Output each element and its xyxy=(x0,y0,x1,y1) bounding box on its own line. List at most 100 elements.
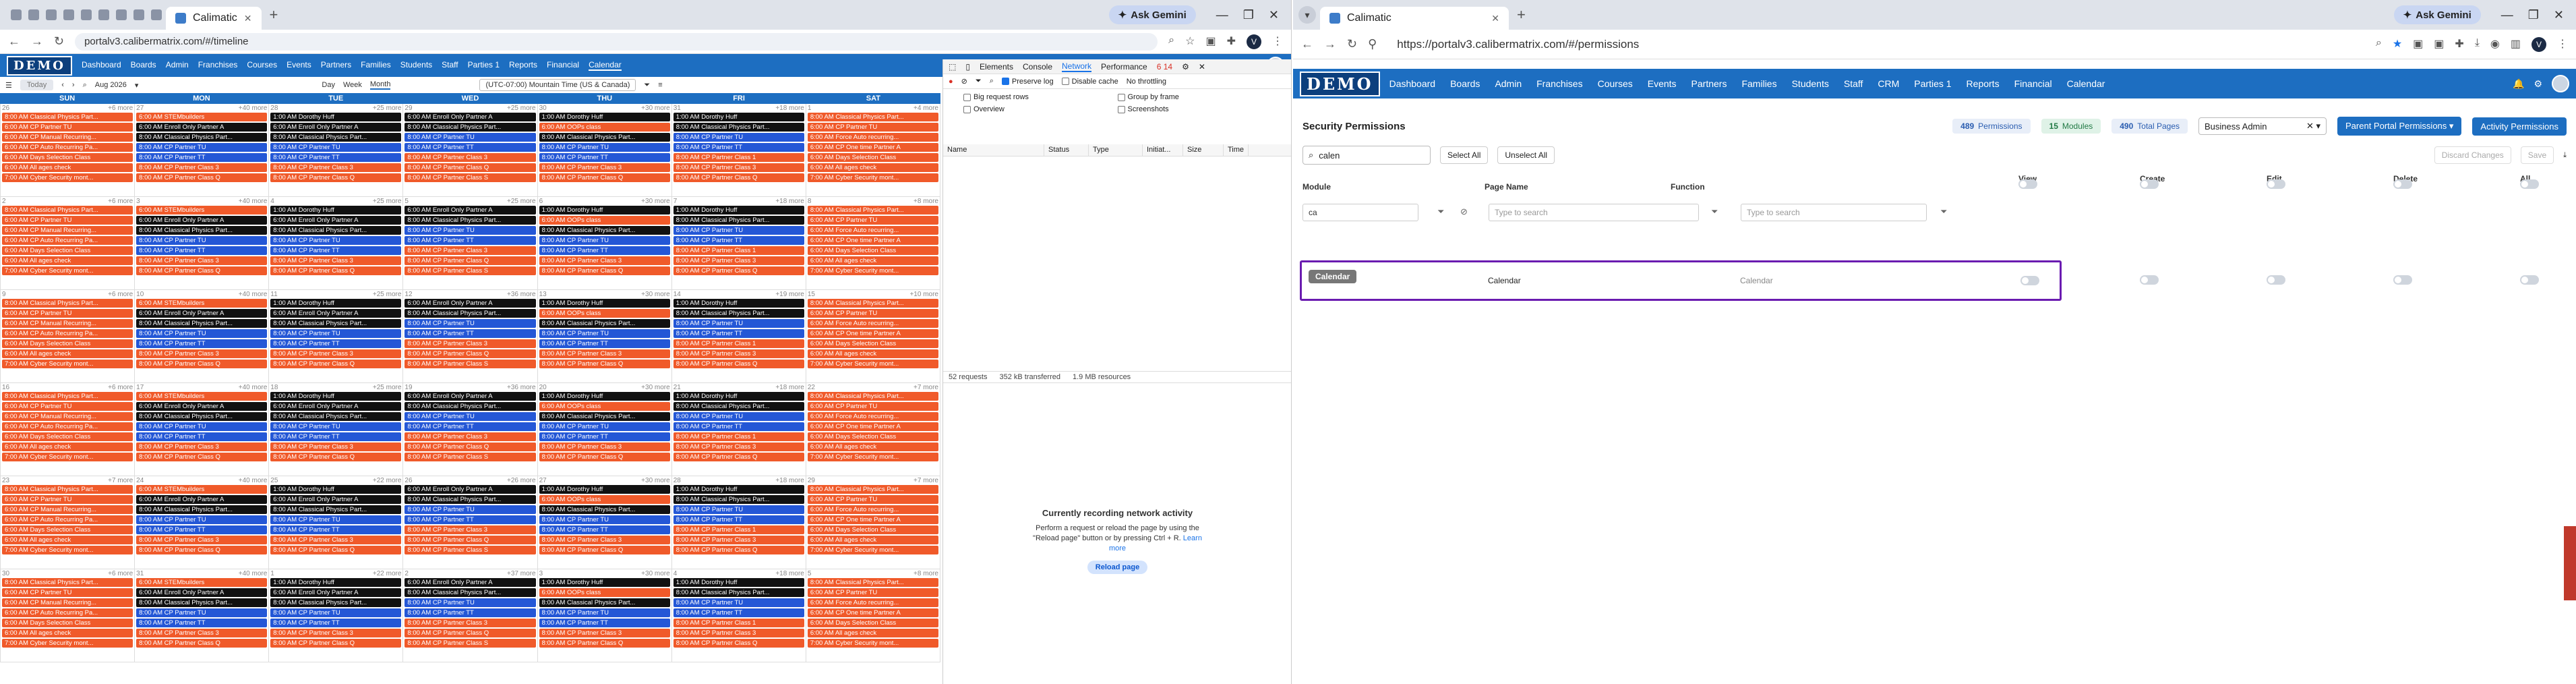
nav-item[interactable]: Courses xyxy=(1598,78,1633,89)
calendar-event[interactable]: 8:00 AM CP Partner Class Q xyxy=(405,163,536,172)
calendar-event[interactable]: 8:00 AM CP Partner Class Q xyxy=(270,266,402,275)
calendar-event[interactable]: 1:00 AM Dorothy Huff xyxy=(270,578,402,587)
calendar-event[interactable]: 6:00 AM Force Auto recurring... xyxy=(807,319,938,328)
calendar-event[interactable]: 6:00 AM CP One time Partner A xyxy=(807,515,938,524)
delete-all-toggle[interactable] xyxy=(2393,179,2412,189)
calendar-event[interactable]: 8:00 AM Classical Physics Part... xyxy=(2,485,133,494)
close-window-icon[interactable]: ✕ xyxy=(2554,8,2564,22)
calendar-event[interactable]: 8:00 AM CP Partner Class 3 xyxy=(539,629,670,637)
nav-item[interactable]: Parties 1 xyxy=(1914,78,1951,89)
more-events-link[interactable]: +40 more xyxy=(239,570,268,578)
calendar-event[interactable]: 6:00 AM CP Manual Recurring... xyxy=(2,598,133,607)
month-label[interactable]: Aug 2026 xyxy=(95,81,127,89)
window-split-icon[interactable]: ▥ xyxy=(2511,37,2521,52)
calendar-event[interactable]: 6:00 AM Enroll Only Partner A xyxy=(136,495,268,504)
calendar-event[interactable]: 6:00 AM CP Auto Recurring Pa... xyxy=(2,608,133,617)
date-number[interactable]: 24 xyxy=(136,477,144,485)
view-toggle[interactable] xyxy=(2020,276,2039,287)
calendar-event[interactable]: 7:00 AM Cyber Security mont... xyxy=(807,546,938,554)
calendar-event[interactable]: 8:00 AM CP Partner Class Q xyxy=(673,360,804,368)
date-number[interactable]: 22 xyxy=(808,384,815,392)
discard-changes-button[interactable]: Discard Changes xyxy=(2434,146,2511,164)
calendar-event[interactable]: 6:00 AM CP One time Partner A xyxy=(807,422,938,431)
calendar-event[interactable]: 8:00 AM CP Partner Class Q xyxy=(136,360,268,368)
create-toggle[interactable] xyxy=(2140,275,2159,285)
date-number[interactable]: 28 xyxy=(673,477,681,485)
day-cell[interactable]: 27 +30 more 1:00 AM Dorothy Huff 6:00 AM OO… xyxy=(537,476,672,569)
calendar-event[interactable]: 1:00 AM Dorothy Huff xyxy=(539,392,670,401)
calendar-event[interactable]: 8:00 AM CP Partner TU xyxy=(136,329,268,338)
calendar-event[interactable]: 8:00 AM Classical Physics Part... xyxy=(405,123,536,132)
more-events-link[interactable]: +7 more xyxy=(108,477,133,485)
date-number[interactable]: 1 xyxy=(270,570,274,578)
calendar-event[interactable]: 6:00 AM Enroll Only Partner A xyxy=(405,206,536,215)
day-cell[interactable]: 3 +40 more 6:00 AM STEMbuilders 6:00 AM Enr… xyxy=(135,197,270,290)
bookmark-star-icon[interactable]: ☆ xyxy=(1185,34,1195,49)
calendar-event[interactable]: 8:00 AM CP Partner TU xyxy=(539,608,670,617)
calendar-event[interactable]: 6:00 AM CP Partner TU xyxy=(807,402,938,411)
devtools-settings-icon[interactable]: ⚙ xyxy=(1182,62,1189,72)
calendar-event[interactable]: 8:00 AM CP Partner TT xyxy=(270,339,402,348)
search-icon[interactable]: ⌕ xyxy=(990,77,994,86)
calendar-event[interactable]: 8:00 AM CP Partner Class 3 xyxy=(673,349,804,358)
day-cell[interactable]: 30 +6 more 8:00 AM Classical Physics Part.… xyxy=(1,569,136,662)
settings-gear-icon[interactable]: ⚙ xyxy=(2534,78,2542,90)
tab-network[interactable]: Network xyxy=(1062,61,1092,72)
menu-dots-icon[interactable]: ⋮ xyxy=(2557,37,2568,52)
nav-item[interactable]: Partners xyxy=(321,60,351,71)
calendar-event[interactable]: 8:00 AM Classical Physics Part... xyxy=(807,113,938,121)
more-events-link[interactable]: +40 more xyxy=(239,384,268,392)
profile-avatar[interactable]: V xyxy=(2532,36,2546,52)
more-events-link[interactable]: +36 more xyxy=(507,384,536,392)
active-tab[interactable]: Calimatic ✕ xyxy=(1320,7,1509,30)
calendar-event[interactable]: 6:00 AM Days Selection Class xyxy=(807,153,938,162)
calendar-event[interactable]: 8:00 AM CP Partner TU xyxy=(405,505,536,514)
date-number[interactable]: 3 xyxy=(539,570,543,578)
reload-icon[interactable]: ↻ xyxy=(54,34,64,49)
calendar-event[interactable]: 8:00 AM CP Partner TT xyxy=(270,525,402,534)
calendar-event[interactable]: 8:00 AM CP Partner Class 3 xyxy=(539,443,670,451)
day-cell[interactable]: 30 +30 more 1:00 AM Dorothy Huff 6:00 AM OO… xyxy=(537,104,672,197)
more-events-link[interactable]: +6 more xyxy=(108,570,133,578)
calendar-event[interactable]: 6:00 AM OOPs class xyxy=(539,216,670,225)
new-tab-icon[interactable]: + xyxy=(1517,6,1526,24)
nav-item[interactable]: Events xyxy=(1648,78,1677,89)
day-cell[interactable]: 1 +22 more 1:00 AM Dorothy Huff 6:00 AM Enr… xyxy=(269,569,404,662)
calendar-event[interactable]: 8:00 AM CP Partner Class 1 xyxy=(673,525,804,534)
pinned-tab-icon[interactable] xyxy=(81,9,92,20)
calendar-event[interactable]: 6:00 AM STEMbuilders xyxy=(136,299,268,308)
calendar-event[interactable]: 8:00 AM CP Partner Class 1 xyxy=(673,153,804,162)
calendar-event[interactable]: 1:00 AM Dorothy Huff xyxy=(673,485,804,494)
calendar-event[interactable]: 8:00 AM CP Partner TU xyxy=(673,598,804,607)
calendar-event[interactable]: 8:00 AM Classical Physics Part... xyxy=(270,598,402,607)
date-number[interactable]: 18 xyxy=(270,384,278,392)
date-number[interactable]: 14 xyxy=(673,291,681,299)
day-cell[interactable]: 3 +30 more 1:00 AM Dorothy Huff 6:00 AM OOP… xyxy=(537,569,672,662)
date-number[interactable]: 7 xyxy=(673,198,678,206)
calendar-event[interactable]: 8:00 AM CP Partner TU xyxy=(539,236,670,245)
date-number[interactable]: 2 xyxy=(405,570,409,578)
calendar-event[interactable]: 8:00 AM Classical Physics Part... xyxy=(807,299,938,308)
more-events-link[interactable]: +4 more xyxy=(913,105,938,113)
calendar-event[interactable]: 8:00 AM Classical Physics Part... xyxy=(807,578,938,587)
day-cell[interactable]: 26 +6 more 8:00 AM Classical Physics Part.… xyxy=(1,104,136,197)
calendar-event[interactable]: 8:00 AM CP Partner TT xyxy=(405,143,536,152)
calendar-event[interactable]: 8:00 AM CP Partner TT xyxy=(270,246,402,255)
calendar-event[interactable]: 8:00 AM CP Partner TT xyxy=(539,525,670,534)
calendar-event[interactable]: 7:00 AM Cyber Security mont... xyxy=(2,546,133,554)
day-cell[interactable]: 31 +18 more 1:00 AM Dorothy Huff 8:00 AM Cl… xyxy=(671,104,806,197)
screenshots-checkbox[interactable]: Screenshots xyxy=(1117,105,1272,113)
calendar-event[interactable]: 8:00 AM CP Partner Class 3 xyxy=(405,619,536,627)
calendar-event[interactable]: 8:00 AM Classical Physics Part... xyxy=(2,578,133,587)
calendar-event[interactable]: 8:00 AM CP Partner Class Q xyxy=(673,173,804,182)
menu-dots-icon[interactable]: ⋮ xyxy=(1272,34,1283,49)
url-field[interactable]: https://portalv3.calibermatrix.com/#/per… xyxy=(1387,35,2365,53)
calendar-event[interactable]: 8:00 AM Classical Physics Part... xyxy=(136,598,268,607)
pinned-tab-icon[interactable] xyxy=(98,9,109,20)
calendar-event[interactable]: 8:00 AM CP Partner TT xyxy=(539,432,670,441)
calendar-event[interactable]: 8:00 AM CP Partner TU xyxy=(405,412,536,421)
calendar-event[interactable]: 8:00 AM CP Partner TT xyxy=(136,246,268,255)
back-icon[interactable]: ← xyxy=(1301,37,1313,51)
calendar-event[interactable]: 8:00 AM CP Partner Class Q xyxy=(270,546,402,554)
minimize-icon[interactable]: — xyxy=(2501,8,2513,22)
